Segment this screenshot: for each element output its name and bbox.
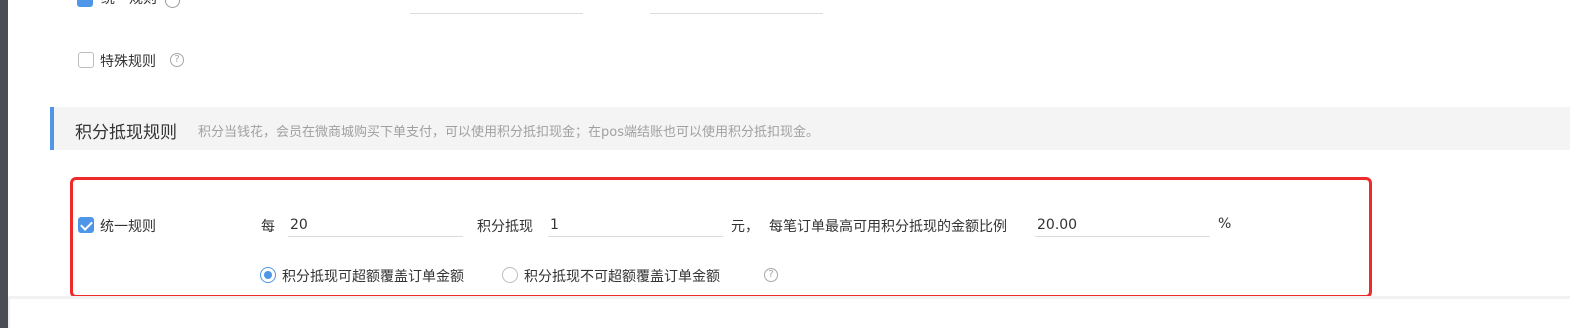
unified-rule-label: 统一规则	[100, 219, 156, 235]
radio-cannot-exceed-label[interactable]: 积分抵现不可超额覆盖订单金额	[524, 266, 720, 286]
section-header-accent	[50, 107, 54, 150]
per-label: 每	[261, 219, 275, 235]
points-input[interactable]: 20	[288, 213, 463, 237]
radio-cannot-exceed[interactable]	[502, 267, 518, 283]
special-rule-label: 特殊规则	[100, 54, 156, 70]
yuan-label: 元，	[731, 219, 759, 235]
unified-rule-checkbox[interactable]	[78, 217, 94, 233]
top-row-input-1[interactable]	[410, 13, 583, 14]
section-title: 积分抵现规则	[75, 123, 177, 143]
radio-help-icon[interactable]: ?	[764, 268, 778, 282]
left-sidebar-edge	[0, 0, 8, 328]
cash-input[interactable]: 1	[548, 213, 723, 237]
section-description: 积分当钱花，会员在微商城购买下单支付，可以使用积分抵扣现金；在pos端结账也可以…	[198, 125, 819, 140]
radio-can-exceed-label[interactable]: 积分抵现可超额覆盖订单金额	[282, 266, 464, 286]
ratio-input[interactable]: 20.00	[1035, 213, 1210, 237]
bottom-panel	[10, 299, 1570, 328]
percent-label: %	[1218, 216, 1232, 232]
radio-can-exceed[interactable]	[260, 267, 276, 283]
special-rule-help-icon[interactable]: ?	[170, 53, 184, 67]
ratio-label: 每笔订单最高可用积分抵现的金额比例	[769, 219, 1007, 235]
top-row-help-icon[interactable]	[165, 0, 180, 8]
special-rule-checkbox[interactable]	[78, 52, 94, 68]
top-row-input-2[interactable]	[650, 13, 823, 14]
points-label: 积分抵现	[477, 219, 533, 235]
top-row-label: 统一规则	[101, 0, 157, 8]
top-row-checkbox[interactable]	[77, 0, 93, 7]
